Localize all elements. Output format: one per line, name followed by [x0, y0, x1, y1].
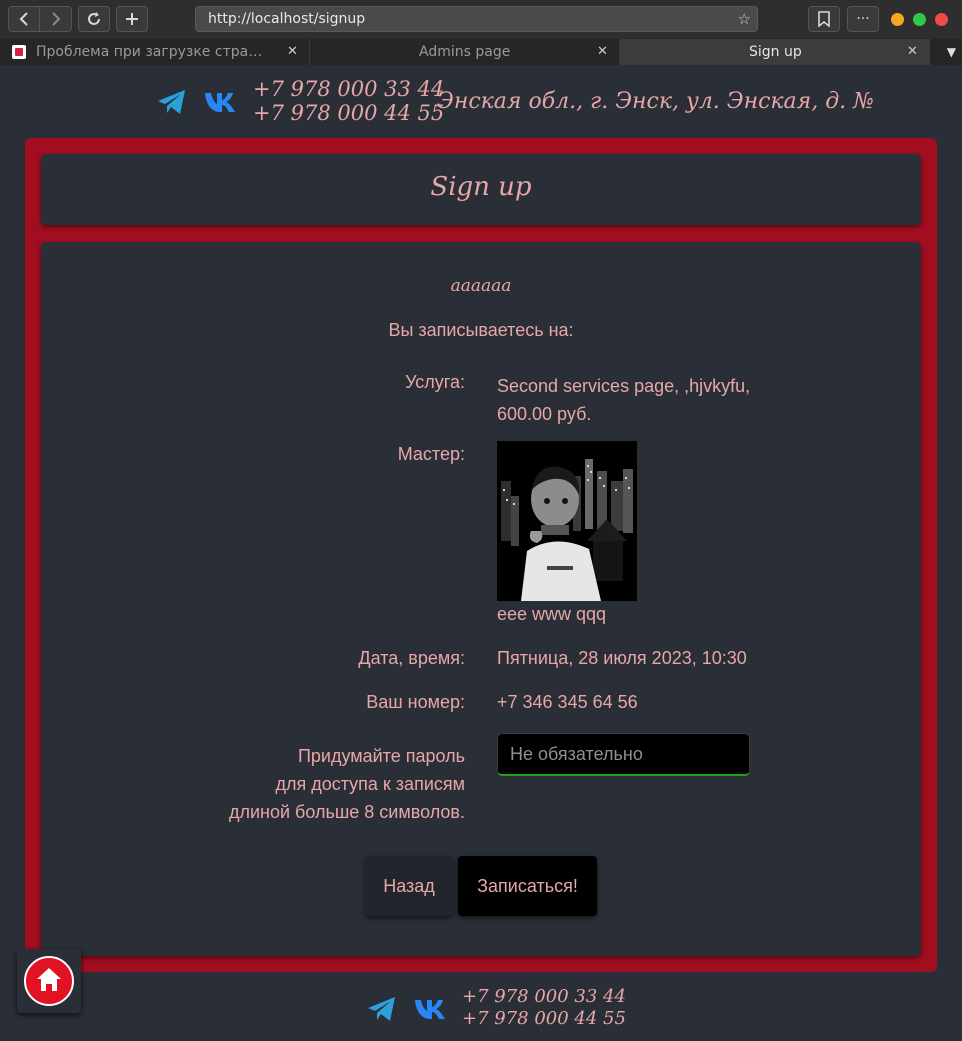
password-label-line1: Придумайте пароль: [297, 746, 465, 766]
master-label: Мастер:: [397, 444, 465, 464]
title-card: Sign up: [41, 154, 921, 225]
tab-close-icon[interactable]: ✕: [597, 39, 608, 65]
footer-phone-1[interactable]: +7 978 000 33 44: [462, 986, 626, 1008]
tab-label: Sign up: [749, 44, 802, 60]
datetime-label: Дата, время:: [358, 648, 465, 668]
tab-close-icon[interactable]: ✕: [907, 39, 918, 65]
service-value-line2: 600.00 руб.: [497, 404, 592, 424]
browser-chrome: http://localhost/signup ☆ ··· Проблема п…: [0, 0, 962, 65]
page-title: Sign up: [430, 172, 532, 202]
tab-strip: Проблема при загрузке стра… ✕ Admins pag…: [0, 39, 962, 65]
close-dot[interactable]: [935, 13, 948, 26]
back-icon[interactable]: [8, 6, 40, 32]
submit-button[interactable]: Записаться!: [458, 856, 597, 916]
forward-icon[interactable]: [40, 6, 72, 32]
favicon-icon: [12, 45, 26, 59]
footer-contacts: +7 978 000 33 44 +7 978 000 44 55: [0, 986, 962, 1036]
header-contacts: +7 978 000 33 44 +7 978 000 44 55 Энская…: [0, 77, 962, 127]
master-photo: [497, 441, 637, 601]
url-bar[interactable]: http://localhost/signup ☆: [195, 6, 758, 32]
back-button[interactable]: Назад: [365, 856, 453, 916]
more-icon[interactable]: ···: [847, 6, 879, 32]
maximize-dot[interactable]: [913, 13, 926, 26]
datetime-value: Пятница, 28 июля 2023, 10:30: [497, 648, 747, 668]
password-label-line2: для доступа к записям: [275, 774, 465, 794]
service-value: Second services page, ,hjvkyfu, 600.00 р…: [497, 372, 750, 428]
password-input[interactable]: [497, 733, 750, 776]
tabs-dropdown-icon[interactable]: ▼: [947, 39, 956, 65]
footer-phone-2[interactable]: +7 978 000 44 55: [462, 1008, 626, 1030]
browser-toolbar: http://localhost/signup ☆ ···: [0, 0, 962, 38]
header-phones: +7 978 000 33 44 +7 978 000 44 55: [253, 77, 444, 125]
header-phone-1[interactable]: +7 978 000 33 44: [253, 77, 444, 101]
page: +7 978 000 33 44 +7 978 000 44 55 Энская…: [0, 65, 962, 1041]
vk-icon[interactable]: [414, 998, 446, 1020]
telegram-icon[interactable]: [367, 996, 397, 1022]
tab-problem[interactable]: Проблема при загрузке стра… ✕: [0, 39, 310, 65]
phone-value: +7 346 345 64 56: [497, 692, 638, 712]
nav-buttons: [8, 6, 148, 32]
tab-admins[interactable]: Admins page ✕: [310, 39, 620, 65]
signup-card: аааааа Вы записываетесь на: Услуга: Seco…: [41, 242, 921, 956]
minimize-dot[interactable]: [891, 13, 904, 26]
bookmark-star-icon[interactable]: ☆: [738, 7, 751, 31]
bookmarks-icon[interactable]: [808, 6, 840, 32]
reload-icon[interactable]: [78, 6, 110, 32]
intro-text: Вы записываетесь на:: [388, 320, 574, 340]
header-address: Энская обл., г. Энск, ул. Энская, д. №: [437, 89, 874, 114]
client-name: аааааа: [450, 276, 512, 296]
tab-label: Admins page: [419, 44, 511, 60]
tab-signup[interactable]: Sign up ✕: [620, 39, 930, 65]
password-label-line3: длиной больше 8 символов.: [228, 802, 465, 822]
phone-label: Ваш номер:: [366, 692, 465, 712]
new-tab-icon[interactable]: [116, 6, 148, 32]
telegram-icon[interactable]: [157, 89, 187, 115]
tab-label: Проблема при загрузке стра…: [36, 44, 263, 60]
password-label: Придумайте пароль для доступа к записям …: [41, 742, 465, 826]
tab-close-icon[interactable]: ✕: [287, 39, 298, 65]
service-value-line1: Second services page, ,hjvkyfu,: [497, 376, 751, 396]
vk-icon[interactable]: [204, 91, 236, 113]
master-name: eee www qqq: [497, 604, 607, 624]
footer-phones: +7 978 000 33 44 +7 978 000 44 55: [462, 986, 626, 1030]
header-phone-2[interactable]: +7 978 000 44 55: [253, 101, 444, 125]
url-text: http://localhost/signup: [208, 11, 366, 27]
service-label: Услуга:: [405, 372, 465, 392]
